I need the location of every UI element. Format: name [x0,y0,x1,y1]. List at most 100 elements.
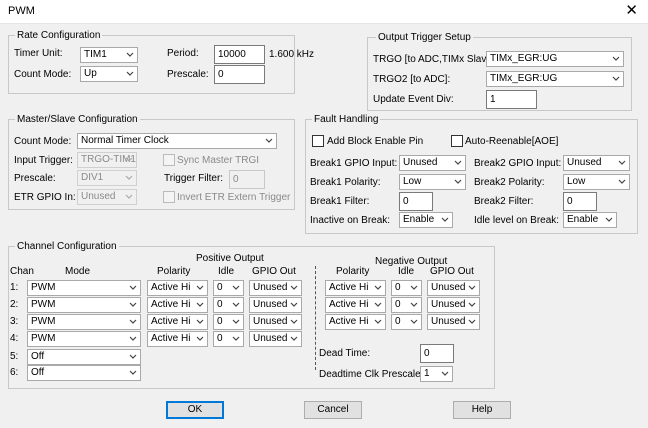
prescale-input[interactable]: 0 [214,65,265,84]
negative-idle-header: Idle [398,266,415,277]
update-event-div-input[interactable]: 1 [486,90,537,109]
positive-polarity-select[interactable]: Active Hi [147,280,208,296]
frequency-readout: 1.600 kHz [269,49,315,60]
invert-etr-checkbox[interactable] [163,191,175,203]
break1-filter-input[interactable]: 0 [399,192,433,211]
auto-reenable-checkbox[interactable] [451,135,463,147]
title-bar: PWM ✕ [0,0,648,24]
chevron-down-icon [468,319,476,324]
input-trigger-select[interactable]: TRGO-TIM15 [77,152,137,168]
positive-gpio-select[interactable]: Unused [249,331,302,347]
chevron-down-icon [612,76,620,81]
close-icon[interactable]: ✕ [625,3,638,19]
prescale-label: Prescale: [167,69,209,80]
negative-idle-select[interactable]: 0 [391,314,422,330]
count-mode-select[interactable]: Up [80,66,138,82]
chan-label: 5: [10,351,19,362]
break2-polarity-select[interactable]: Low [563,174,630,190]
chevron-down-icon [126,71,134,76]
positive-polarity-select[interactable]: Active Hi [147,314,208,330]
etr-gpio-select[interactable]: Unused [77,189,137,205]
sync-master-trgi-checkbox[interactable] [163,154,175,166]
mode-select[interactable]: PWM [27,314,141,330]
chan-label: 1: [10,282,19,293]
output-divider [315,266,316,370]
timer-unit-label: Timer Unit: [14,48,63,59]
break2-polarity-label: Break2 Polarity: [474,177,545,188]
chevron-down-icon [129,370,137,375]
positive-polarity-select[interactable]: Active Hi [147,331,208,347]
period-input[interactable]: 10000 [214,45,265,64]
break1-polarity-select[interactable]: Low [399,174,466,190]
chevron-down-icon [125,157,133,162]
window-title: PWM [8,5,35,17]
positive-idle-select[interactable]: 0 [213,280,244,296]
positive-gpio-select[interactable]: Unused [249,314,302,330]
chevron-down-icon [125,175,133,180]
negative-idle-select[interactable]: 0 [391,280,422,296]
chevron-down-icon [129,319,137,324]
positive-idle-select[interactable]: 0 [213,297,244,313]
add-block-enable-pin-checkbox[interactable] [312,135,324,147]
mode-select[interactable]: PWM [27,280,141,296]
dead-time-input[interactable]: 0 [420,344,454,363]
trgo-select[interactable]: TIMx_EGR:UG [486,51,624,67]
mode-select[interactable]: PWM [27,297,141,313]
break2-gpio-select[interactable]: Unused [563,155,630,171]
etr-gpio-label: ETR GPIO In: [14,192,76,203]
chevron-down-icon [232,336,240,341]
sync-master-trgi-label: Sync Master TRGI [177,155,260,166]
negative-gpio-select[interactable]: Unused [427,314,480,330]
trgo2-select[interactable]: TIMx_EGR:UG [486,71,624,87]
chevron-down-icon [129,336,137,341]
auto-reenable-label: Auto-Reenable[AOE] [465,136,559,147]
break2-filter-input[interactable]: 0 [563,192,597,211]
negative-polarity-select[interactable]: Active Hi [325,280,386,296]
negative-polarity-select[interactable]: Active Hi [325,314,386,330]
chevron-down-icon [232,302,240,307]
positive-gpio-header: GPIO Out [252,266,296,277]
chevron-down-icon [290,319,298,324]
mode-header: Mode [65,266,91,277]
positive-gpio-select[interactable]: Unused [249,297,302,313]
negative-gpio-select[interactable]: Unused [427,297,480,313]
chevron-down-icon [410,319,418,324]
mode-select[interactable]: Off [27,349,141,365]
trigger-filter-input[interactable]: 0 [229,170,265,189]
chevron-down-icon [605,217,613,222]
update-event-div-label: Update Event Div: [373,94,454,105]
chevron-down-icon [129,285,137,290]
input-trigger-label: Input Trigger: [14,155,73,166]
idle-level-on-break-select[interactable]: Enable [563,212,617,228]
positive-polarity-select[interactable]: Active Hi [147,297,208,313]
timer-unit-select[interactable]: TIM1 [80,47,138,63]
channel-configuration-legend: Channel Configuration [17,241,117,252]
inactive-on-break-select[interactable]: Enable [399,212,453,228]
deadtime-prescale-select[interactable]: 1 [420,366,453,382]
chevron-down-icon [612,56,620,61]
help-button[interactable]: Help [453,401,511,419]
break1-gpio-select[interactable]: Unused [399,155,466,171]
negative-idle-select[interactable]: 0 [391,297,422,313]
deadtime-prescale-label: Deadtime Clk Prescale: [319,369,424,380]
chevron-down-icon [196,285,204,290]
chevron-down-icon [441,371,449,376]
positive-idle-select[interactable]: 0 [213,331,244,347]
chevron-down-icon [410,302,418,307]
positive-idle-header: Idle [218,266,235,277]
output-trigger-legend: Output Trigger Setup [378,32,471,43]
ms-prescale-select[interactable]: DIV1 [77,170,137,186]
chevron-down-icon [374,319,382,324]
chan-label: 6: [10,367,19,378]
chevron-down-icon [290,285,298,290]
chevron-down-icon [196,319,204,324]
negative-polarity-select[interactable]: Active Hi [325,297,386,313]
positive-idle-select[interactable]: 0 [213,314,244,330]
cancel-button[interactable]: Cancel [304,401,362,419]
positive-gpio-select[interactable]: Unused [249,280,302,296]
mode-select[interactable]: PWM [27,331,141,347]
mode-select[interactable]: Off [27,365,141,381]
negative-gpio-select[interactable]: Unused [427,280,480,296]
ms-count-mode-select[interactable]: Normal Timer Clock [77,133,277,149]
ok-button[interactable]: OK [166,401,224,419]
